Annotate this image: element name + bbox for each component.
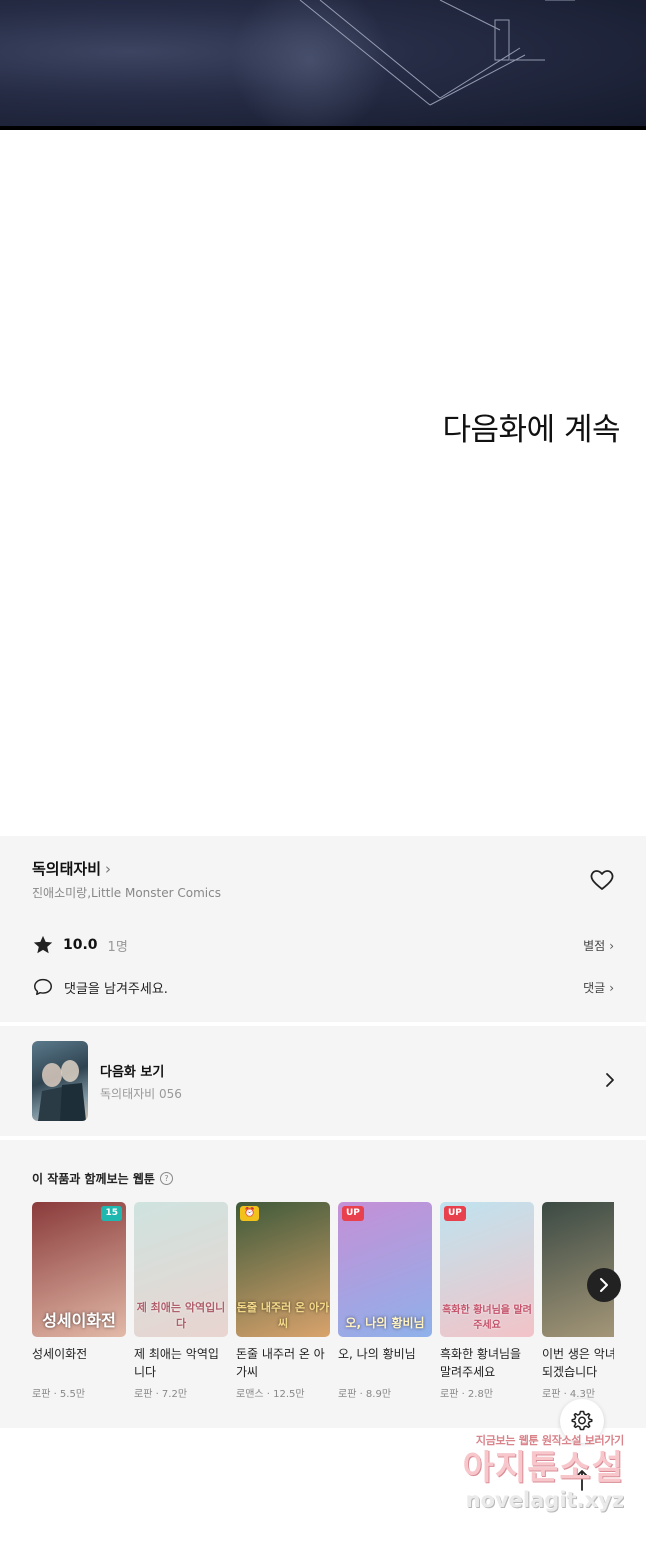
- recommendation-meta: 로판 · 2.8만: [440, 1389, 494, 1400]
- next-episode-row[interactable]: [0, 1026, 646, 1136]
- recommendation-meta: 로판 · 5.5만: [32, 1389, 86, 1400]
- recommendation-title: 이번 생은 악녀로 되겠습니다: [542, 1347, 614, 1379]
- recommendations-title-text: 이 작품과 함께보는 웹툰: [32, 1172, 155, 1186]
- next-episode-subtitle: 독의태자비 056: [100, 1087, 182, 1101]
- gear-icon: [571, 1410, 593, 1431]
- series-title-link[interactable]: 독의태자비 ›: [32, 858, 111, 879]
- recommendation-meta: 로판 · 7.2만: [134, 1389, 188, 1400]
- recommendation-cover[interactable]: ⏰ 돈줄 내주러 온 아가씨: [236, 1202, 330, 1337]
- next-episode-label: 다음화 보기: [100, 1065, 165, 1080]
- up-badge: UP: [444, 1206, 466, 1221]
- recommendations-carousel[interactable]: 15 성세이화전 성세이화전 로판 · 5.5만 제 최애는 악역입니다 제 최…: [32, 1202, 614, 1402]
- recommendation-title: 돈줄 내주러 온 아가씨: [236, 1347, 325, 1379]
- recommendation-cover[interactable]: UP 흑화한 황녀님을 말려주세요: [440, 1202, 534, 1337]
- recommendation-meta: 로판 · 4.3만: [542, 1389, 596, 1400]
- watermark-tagline: 지금보는 웹툰 원작소설 보러가기: [475, 1434, 624, 1447]
- to-be-continued-text: 다음화에 계속: [442, 412, 621, 448]
- cover-title-art: 돈줄 내주러 온 아가씨: [236, 1301, 330, 1330]
- recommendations-title: 이 작품과 함께보는 웹툰 ?: [32, 1170, 173, 1187]
- watermark-url: novelagit.xyz: [465, 1488, 624, 1512]
- recommendation-card[interactable]: ⏰ 돈줄 내주러 온 아가씨 돈줄 내주러 온 아가씨 로맨스 · 12.5만: [236, 1202, 330, 1400]
- recommendation-title: 흑화한 황녀님을 말려주세요: [440, 1347, 522, 1379]
- cover-title-art: 제 최애는 악역입니다: [136, 1301, 226, 1330]
- cover-title-art: 성세이화전: [42, 1311, 116, 1330]
- recommendation-meta: 로판 · 8.9만: [338, 1389, 392, 1400]
- cover-title-art: 흑화한 황녀님을 말려주세요: [442, 1305, 532, 1331]
- rating-count: 1명: [107, 939, 128, 955]
- comment-bubble-icon: [34, 978, 52, 996]
- recommendation-title: 성세이화전: [32, 1347, 88, 1361]
- heart-icon[interactable]: [588, 866, 616, 894]
- recommendation-card[interactable]: 제 최애는 악역입니다 제 최애는 악역입니다 로판 · 7.2만: [134, 1202, 228, 1400]
- chevron-right-icon: ›: [609, 939, 614, 953]
- watermark-brand: 아지툰소설: [462, 1448, 624, 1488]
- star-icon: [33, 935, 53, 954]
- next-episode-thumbnail[interactable]: [32, 1041, 88, 1121]
- rate-link-label: 별점: [583, 939, 606, 953]
- recommendation-title: 오, 나의 황비님: [338, 1347, 416, 1361]
- recommendation-card[interactable]: 15 성세이화전 성세이화전 로판 · 5.5만: [32, 1202, 126, 1400]
- up-badge: UP: [342, 1206, 364, 1221]
- recommendation-cover[interactable]: UP 오, 나의 황비님: [338, 1202, 432, 1337]
- comment-prompt: 댓글을 남겨주세요.: [64, 981, 168, 997]
- recommendation-card[interactable]: UP 오, 나의 황비님 오, 나의 황비님 로판 · 8.9만: [338, 1202, 432, 1400]
- recommendation-cover[interactable]: 15 성세이화전: [32, 1202, 126, 1337]
- rating-score: 10.0: [63, 937, 98, 953]
- age-rating-badge: 15: [101, 1206, 122, 1221]
- chevron-right-icon[interactable]: [603, 1072, 617, 1088]
- chevron-right-icon: ›: [105, 860, 112, 878]
- series-authors: 진애소미랑,Little Monster Comics: [32, 886, 221, 900]
- site-watermark: 지금보는 웹툰 원작소설 보러가기 아지툰소설 novelagit.xyz: [446, 1432, 625, 1524]
- chevron-right-icon: [600, 1278, 608, 1292]
- waiting-free-badge: ⏰: [240, 1206, 260, 1221]
- series-title: 독의태자비: [32, 860, 102, 878]
- recommendation-title: 제 최애는 악역입니다: [134, 1347, 219, 1379]
- comments-link[interactable]: 댓글 ›: [583, 979, 614, 996]
- help-icon[interactable]: ?: [159, 1172, 173, 1185]
- cover-title-art: 오, 나의 황비님: [345, 1316, 425, 1330]
- carousel-next-button[interactable]: [587, 1268, 621, 1302]
- episode-last-panel-image: [0, 0, 646, 130]
- rate-link[interactable]: 별점 ›: [583, 937, 614, 954]
- recommendation-meta: 로맨스 · 12.5만: [236, 1389, 305, 1400]
- recommendation-card[interactable]: UP 흑화한 황녀님을 말려주세요 흑화한 황녀님을 말려주세요 로판 · 2.…: [440, 1202, 534, 1400]
- chevron-right-icon: ›: [609, 981, 614, 995]
- comment-prompt-row[interactable]: 댓글을 남겨주세요.: [32, 976, 168, 998]
- comments-link-label: 댓글: [583, 981, 606, 995]
- rating-row: 10.0 1명: [32, 933, 128, 957]
- recommendation-cover[interactable]: 제 최애는 악역입니다: [134, 1202, 228, 1337]
